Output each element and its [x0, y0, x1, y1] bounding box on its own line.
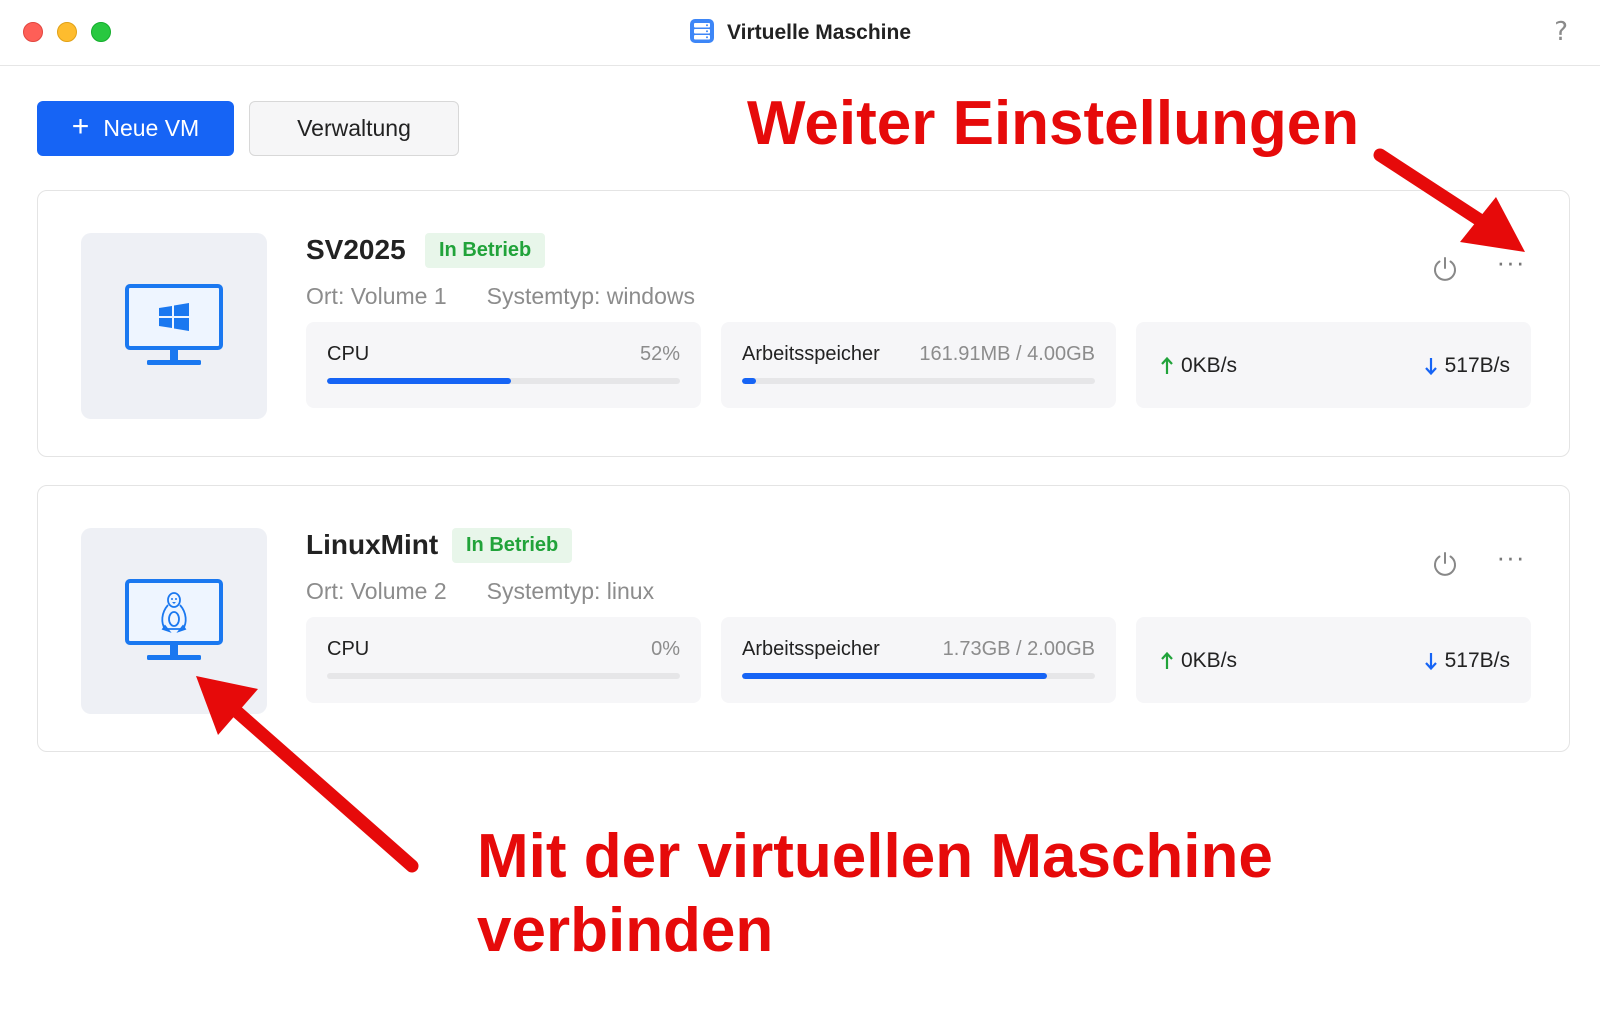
memory-stat: Arbeitsspeicher 161.91MB / 4.00GB: [721, 322, 1116, 408]
memory-progress-bar: [742, 378, 1095, 384]
arrow-down-icon: [1424, 653, 1437, 671]
cpu-value: 0%: [651, 638, 680, 660]
new-vm-button[interactable]: + Neue VM: [37, 101, 234, 156]
cpu-stat: CPU 0%: [306, 617, 701, 703]
annotation-settings: Weiter Einstellungen: [747, 89, 1360, 158]
vm-meta: Ort: Volume 1 Systemtyp: windows: [306, 283, 695, 310]
window-title: Virtuelle Maschine: [0, 18, 1600, 50]
arrow-down-icon: [1424, 358, 1437, 376]
cpu-progress-fill: [327, 378, 511, 384]
cpu-stat: CPU 52%: [306, 322, 701, 408]
cpu-label: CPU: [327, 343, 370, 365]
manage-label: Verwaltung: [297, 115, 411, 141]
vm-system-type: Systemtyp: windows: [486, 283, 695, 309]
memory-progress-fill: [742, 673, 1048, 679]
memory-label: Arbeitsspeicher: [742, 638, 880, 660]
cpu-value: 52%: [639, 343, 680, 365]
arrow-up-icon: [1161, 651, 1173, 669]
vm-card: SV2025 In Betrieb Ort: Volume 1 Systemtyp…: [37, 190, 1570, 457]
vm-console-thumbnail[interactable]: [81, 233, 267, 419]
manage-button[interactable]: Verwaltung: [249, 101, 459, 156]
window-title-text: Virtuelle Maschine: [726, 21, 912, 44]
annotation-connect-line2: verbinden: [477, 896, 774, 965]
upload-rate: 0KB/s: [1181, 354, 1238, 377]
network-download: 517B/s: [1423, 649, 1510, 673]
monitor-linux-icon: [125, 579, 223, 660]
vm-meta: Ort: Volume 2 Systemtyp: linux: [306, 578, 654, 605]
annotation-connect: Mit der virtuellen Maschine verbinden: [477, 820, 1377, 968]
memory-stat: Arbeitsspeicher 1.73GB / 2.00GB: [721, 617, 1116, 703]
cpu-label: CPU: [327, 638, 370, 660]
annotation-connect-line1: Mit der virtuellen Maschine: [477, 822, 1273, 891]
server-app-icon: [689, 18, 715, 50]
vm-console-thumbnail[interactable]: [81, 528, 267, 714]
vm-location: Ort: Volume 2: [306, 578, 447, 604]
arrow-up-icon: [1161, 356, 1173, 374]
power-icon[interactable]: [1431, 550, 1459, 583]
title-bar: Virtuelle Maschine ?: [0, 0, 1600, 66]
vm-card: LinuxMint In Betrieb Ort: Volume 2 System…: [37, 485, 1570, 752]
network-stat: 0KB/s 517B/s: [1136, 617, 1531, 703]
memory-value: 1.73GB / 2.00GB: [942, 638, 1095, 660]
more-options-icon[interactable]: ···: [1493, 544, 1529, 578]
vm-name: SV2025: [306, 234, 406, 265]
network-download: 517B/s: [1423, 354, 1510, 378]
download-rate: 517B/s: [1444, 649, 1510, 672]
memory-value: 161.91MB / 4.00GB: [919, 343, 1095, 365]
plus-icon: +: [71, 110, 90, 143]
vm-system-type: Systemtyp: linux: [486, 578, 655, 604]
memory-progress-fill: [742, 378, 757, 384]
status-badge: In Betrieb: [425, 233, 546, 268]
help-icon[interactable]: ?: [1554, 17, 1568, 47]
new-vm-label: Neue VM: [103, 115, 200, 141]
memory-label: Arbeitsspeicher: [742, 343, 880, 365]
upload-rate: 0KB/s: [1181, 649, 1238, 672]
more-options-icon[interactable]: ···: [1493, 249, 1529, 283]
status-badge: In Betrieb: [452, 528, 573, 563]
vm-name: LinuxMint: [306, 529, 439, 560]
vm-location: Ort: Volume 1: [306, 283, 447, 309]
network-upload: 0KB/s: [1159, 354, 1237, 378]
power-icon[interactable]: [1431, 255, 1459, 288]
cpu-progress-bar: [327, 673, 680, 679]
network-stat: 0KB/s 517B/s: [1136, 322, 1531, 408]
download-rate: 517B/s: [1444, 354, 1510, 377]
network-upload: 0KB/s: [1159, 649, 1237, 673]
monitor-windows-icon: [125, 284, 223, 365]
cpu-progress-bar: [327, 378, 680, 384]
memory-progress-bar: [742, 673, 1095, 679]
